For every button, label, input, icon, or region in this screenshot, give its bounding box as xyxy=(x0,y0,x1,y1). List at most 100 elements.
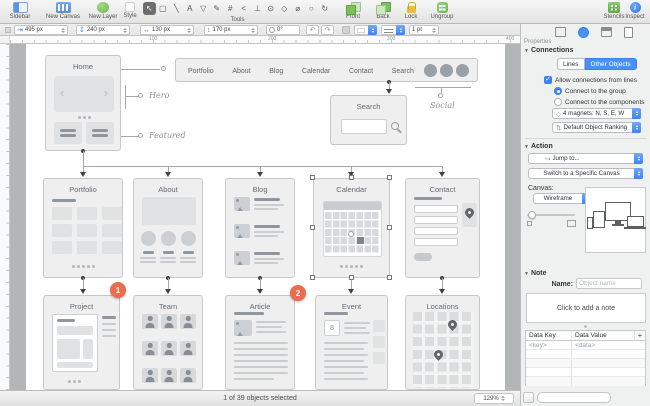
flip-horizontal-button[interactable]: ↶ xyxy=(306,25,319,35)
stepper-icon[interactable] xyxy=(61,26,65,35)
wireframe-calendar-card[interactable]: Calendar xyxy=(313,178,390,278)
table-row[interactable] xyxy=(526,368,645,377)
y-position-field[interactable]: ↧ 240 px xyxy=(76,25,130,35)
tool-magnet[interactable]: ⊙ xyxy=(265,2,278,15)
selection-handle[interactable] xyxy=(387,275,392,280)
wireframe-contact-card[interactable]: Contact xyxy=(405,178,480,278)
stroke-width-field[interactable]: 1 pt xyxy=(409,25,439,35)
selection-handle[interactable] xyxy=(310,275,315,280)
wireframe-search-card[interactable]: Search xyxy=(330,95,407,145)
zoom-stepper-icon[interactable] xyxy=(500,394,505,403)
table-row[interactable] xyxy=(526,350,645,359)
social-annotation[interactable]: Social xyxy=(430,101,455,110)
stepper-icon[interactable] xyxy=(187,26,191,35)
tool-hand[interactable]: ↻ xyxy=(319,2,332,15)
tool-freehand[interactable]: ✎ xyxy=(211,2,224,15)
width-field[interactable]: ↔ 130 px xyxy=(140,25,194,35)
selection-handle[interactable] xyxy=(310,175,315,180)
disclosure-triangle-icon[interactable]: ▼ xyxy=(524,271,529,277)
tool-pattern[interactable]: # xyxy=(224,2,237,15)
link-toggle[interactable] xyxy=(5,27,11,33)
tool-pen[interactable]: ▽ xyxy=(197,2,210,15)
table-row[interactable] xyxy=(526,377,645,386)
tool-line[interactable]: ╲ xyxy=(170,2,183,15)
tool-text[interactable]: A xyxy=(184,2,197,15)
selection-handle[interactable] xyxy=(349,175,354,180)
wireframe-about-card[interactable]: About xyxy=(133,178,203,278)
back-button[interactable]: Back xyxy=(368,2,398,20)
allow-connections-checkbox[interactable]: ✓ xyxy=(544,76,552,84)
sidebar-bottom-button[interactable] xyxy=(523,392,534,403)
connections-section-header[interactable]: ▼ Connections xyxy=(524,47,573,54)
featured-annotation[interactable]: Featured xyxy=(149,131,186,140)
tab-lines[interactable]: Lines xyxy=(557,58,585,70)
stroke-style-dropdown[interactable] xyxy=(381,25,405,35)
new-canvas-button[interactable]: New Canvas xyxy=(42,2,84,20)
disclosure-triangle-icon[interactable]: ▼ xyxy=(524,144,529,150)
magnets-dropdown[interactable]: ◇ 4 magnets: N, S, E, W xyxy=(552,108,641,119)
wireframe-team-card[interactable]: Team xyxy=(133,295,203,390)
selection-handle[interactable] xyxy=(349,275,354,280)
tab-other-objects[interactable]: Other Objects xyxy=(584,58,637,70)
note-badge-2[interactable]: 2 xyxy=(290,285,306,301)
add-row-button[interactable]: + xyxy=(634,331,645,340)
flip-vertical-button[interactable]: ↷ xyxy=(321,25,334,35)
tool-connect[interactable]: < xyxy=(238,2,251,15)
switch-canvas-dropdown[interactable]: Switch to a Specific Canvas xyxy=(528,168,643,179)
style-well[interactable]: Style xyxy=(116,2,144,19)
ranking-dropdown[interactable]: ⇅ Default Object Ranking xyxy=(552,122,641,133)
tool-style-brush[interactable]: ◇ xyxy=(278,2,291,15)
x-position-field[interactable]: ⇥ 495 px xyxy=(14,25,68,35)
note-badge-1[interactable]: 1 xyxy=(110,282,126,298)
selection-handle[interactable] xyxy=(387,175,392,180)
note-section-header[interactable]: ▼ Note xyxy=(524,270,547,277)
height-field[interactable]: ↕ 170 px xyxy=(204,25,258,35)
stepper-icon[interactable] xyxy=(123,26,127,35)
table-row[interactable] xyxy=(526,359,645,368)
selection-handle[interactable] xyxy=(310,225,315,230)
wireframe-blog-card[interactable]: Blog xyxy=(225,178,295,278)
note-text-area[interactable]: Click to add a note xyxy=(526,293,646,323)
sidebar-button[interactable]: Sidebar xyxy=(4,2,36,20)
object-name-input[interactable] xyxy=(576,278,642,289)
wireframe-locations-card[interactable]: Locations xyxy=(405,295,480,390)
resize-dot[interactable] xyxy=(584,325,587,328)
ungroup-button[interactable]: Ungroup xyxy=(424,2,460,20)
wireframe-home-card[interactable]: Home ‹ › xyxy=(45,55,121,151)
tool-zoom[interactable]: ○ xyxy=(305,2,318,15)
canvas-preview[interactable] xyxy=(585,187,646,253)
shadow-well[interactable] xyxy=(342,26,350,34)
connect-group-radio[interactable] xyxy=(554,87,562,95)
data-table[interactable]: Data Key Data Value + <key> <data> xyxy=(525,330,646,386)
tool-action[interactable]: ⌀ xyxy=(292,2,305,15)
stepper-icon[interactable] xyxy=(432,26,436,35)
canvas-viewport[interactable]: Home ‹ › Portfolio About Blog Calendar C… xyxy=(10,44,520,390)
wireframe-event-card[interactable]: Event 8 xyxy=(315,295,388,390)
canvas-inspector-tab-icon[interactable] xyxy=(555,27,566,37)
hero-annotation[interactable]: Hero xyxy=(149,91,169,100)
tool-selection[interactable]: ↖ xyxy=(143,2,156,15)
object-inspector-tab-icon[interactable] xyxy=(578,27,589,38)
connect-components-radio[interactable] xyxy=(554,98,562,106)
disclosure-triangle-icon[interactable]: ▼ xyxy=(524,48,529,54)
tool-shape[interactable]: ▢ xyxy=(157,2,170,15)
table-row[interactable]: <key> <data> xyxy=(526,341,645,350)
zoom-slider-thumb[interactable] xyxy=(528,211,536,219)
front-button[interactable]: Front xyxy=(338,2,368,20)
selection-handle[interactable] xyxy=(387,225,392,230)
wireframe-navbar[interactable]: Portfolio About Blog Calendar Contact Se… xyxy=(175,58,478,82)
sidebar-filter-field[interactable] xyxy=(537,392,611,403)
stepper-icon[interactable] xyxy=(251,26,255,35)
page-inspector-tab-icon[interactable] xyxy=(624,27,633,38)
inspect-button[interactable]: Inspect xyxy=(621,2,649,20)
wireframe-portfolio-card[interactable]: Portfolio xyxy=(43,178,123,278)
action-section-header[interactable]: ▼ Action xyxy=(524,143,553,150)
zoom-control[interactable]: 129% xyxy=(474,393,514,404)
rotation-field[interactable]: 0° xyxy=(266,25,300,35)
fill-color-dropdown[interactable] xyxy=(354,25,377,35)
wireframe-project-card[interactable]: Project xyxy=(43,295,120,390)
canvas-dropdown[interactable]: Wireframe xyxy=(533,193,591,204)
action-type-dropdown[interactable]: ↪ Jump to... xyxy=(528,153,643,164)
lock-button[interactable]: Lock xyxy=(398,2,424,20)
tool-diagram[interactable]: ⊥ xyxy=(251,2,264,15)
